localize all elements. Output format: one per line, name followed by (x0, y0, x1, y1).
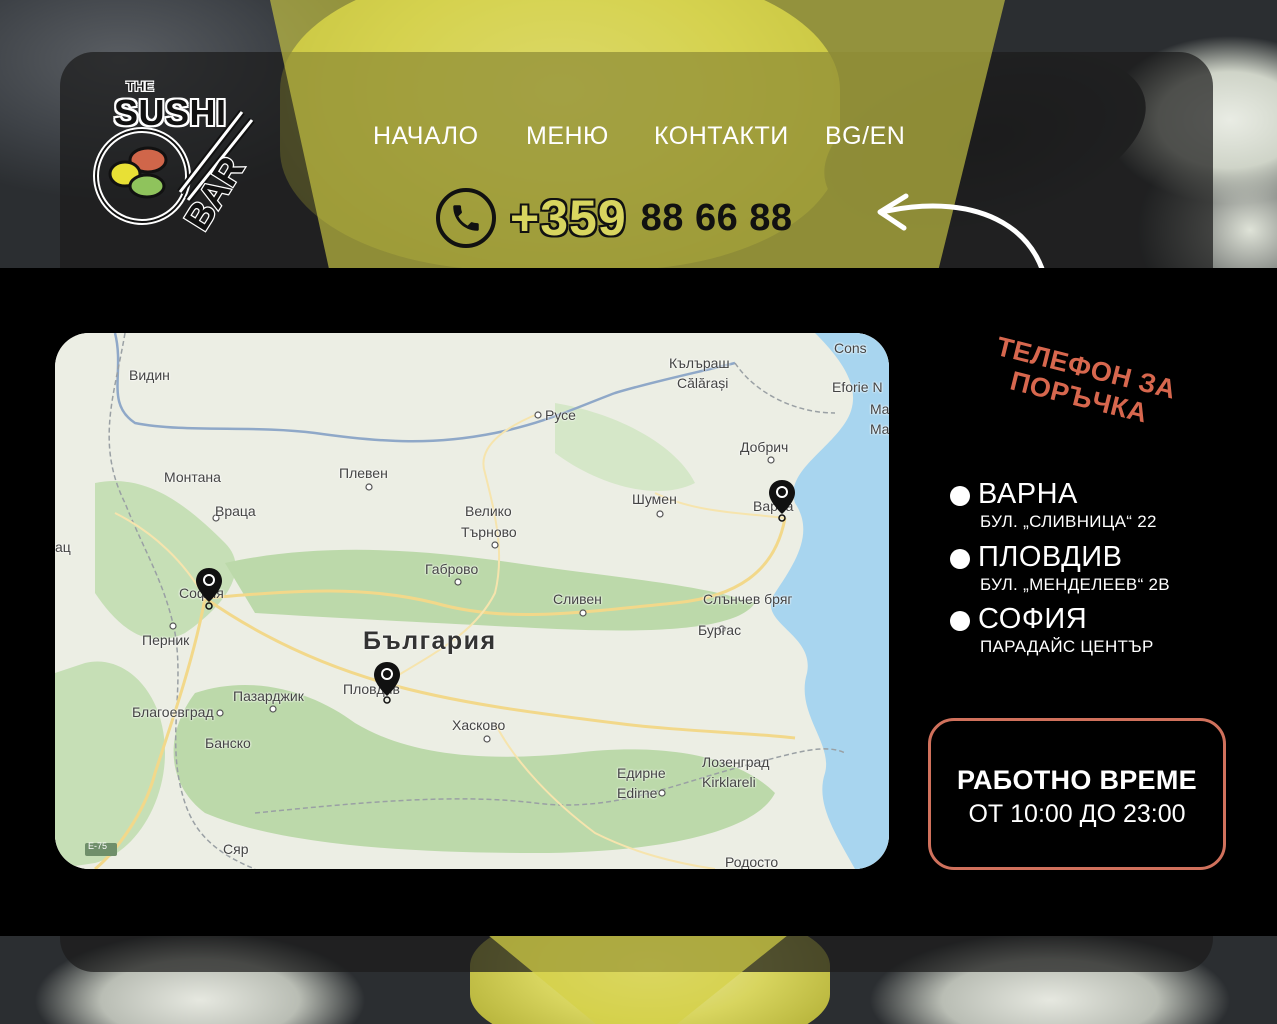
map-label: Видин (129, 367, 170, 383)
map-label: Cons (834, 340, 867, 356)
map-label: ац (55, 539, 71, 555)
map-label: Пазарджик (233, 688, 304, 704)
map-label: Лозенград (702, 754, 770, 770)
map-label: Враца (215, 503, 256, 519)
map-label: Călărași (677, 375, 729, 391)
map-label: Банско (205, 735, 251, 751)
map-label: Слънчев бряг (703, 591, 793, 607)
bullet-icon (950, 611, 970, 631)
logo[interactable]: THE SUSHI BAR (92, 78, 262, 238)
location-address: БУЛ. „СЛИВНИЦА“ 22 (980, 512, 1157, 531)
nav-item-home[interactable]: НАЧАЛО (373, 122, 479, 151)
map-label: Edirne (617, 785, 658, 801)
order-phone[interactable]: +359 88 66 88 (436, 186, 793, 250)
phone-number: 88 66 88 (640, 196, 793, 239)
location-city: СОФИЯ (978, 603, 1088, 635)
working-hours-box: РАБОТНО ВРЕМЕ ОТ 10:00 ДО 23:00 (928, 718, 1226, 870)
map-label: Сливен (553, 591, 602, 607)
map-label: Търново (461, 524, 517, 540)
bullet-icon (950, 486, 970, 506)
location-address: ПАРАДАЙС ЦЕНТЪР (980, 637, 1154, 656)
working-hours-time: ОТ 10:00 ДО 23:00 (968, 800, 1186, 828)
map-label: Бургас (698, 622, 742, 638)
map-label: Велико (465, 503, 512, 519)
map-pin-varna-icon[interactable] (767, 478, 797, 522)
road-badge-label: E-75 (88, 841, 108, 851)
bullet-icon (950, 549, 970, 569)
map-label: Хасково (452, 717, 506, 733)
map-label: Ma (870, 421, 889, 437)
map-label: Ma (870, 401, 889, 417)
map-label: Едирне (617, 765, 666, 781)
map-label: Родосто (725, 854, 779, 869)
map-label: Сяр (223, 841, 249, 857)
location-city: ПЛОВДИВ (978, 541, 1123, 573)
locations-map[interactable]: Видин Кълъраш Călărași Cons Eforie N Ma … (55, 333, 889, 869)
map-label: Русе (545, 407, 576, 423)
nav-item-menu[interactable]: МЕНЮ (526, 122, 609, 151)
map-pin-plovdiv-icon[interactable] (372, 660, 402, 704)
nav-item-language[interactable]: BG/EN (825, 122, 905, 151)
map-label: Перник (142, 632, 190, 648)
location-address: БУЛ. „МЕНДЕЛЕЕВ“ 2В (980, 575, 1170, 594)
working-hours-title: РАБОТНО ВРЕМЕ (957, 765, 1197, 795)
map-label: Плевен (339, 465, 388, 481)
phone-prefix: +359 (510, 190, 627, 246)
map-label: Благоевград (132, 704, 214, 720)
nav-item-contacts[interactable]: КОНТАКТИ (654, 122, 789, 151)
map-pin-sofia-icon[interactable] (194, 566, 224, 610)
map-label: Габрово (425, 561, 479, 577)
map-label: Шумен (632, 491, 677, 507)
map-label: Кълъраш (669, 355, 730, 371)
map-label: Eforie N (832, 379, 883, 395)
map-label: Kirklareli (702, 774, 756, 790)
map-label: Добрич (740, 439, 789, 455)
location-city: ВАРНА (978, 478, 1078, 510)
map-label: Монтана (164, 469, 221, 485)
map-country-label: България (363, 627, 497, 655)
phone-icon (436, 188, 496, 248)
logo-bowl-icon: BAR (93, 109, 255, 238)
